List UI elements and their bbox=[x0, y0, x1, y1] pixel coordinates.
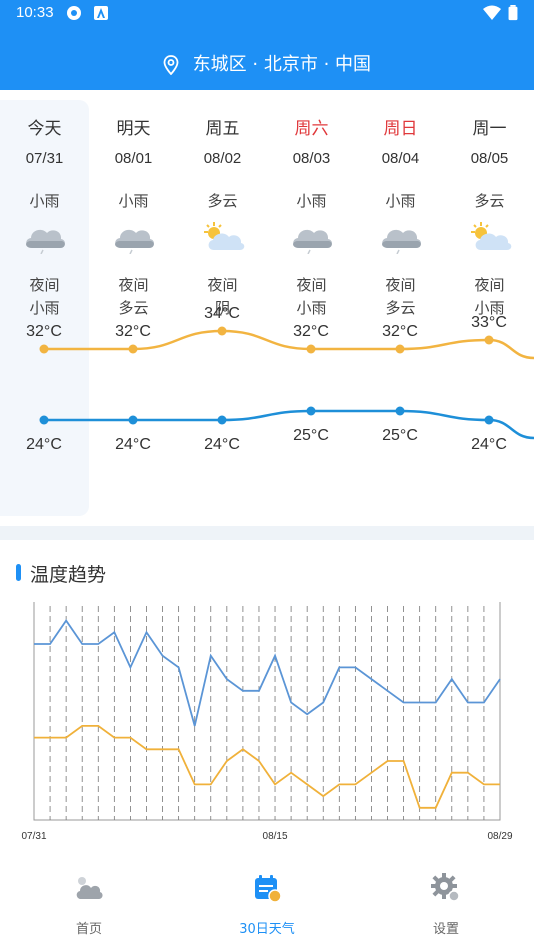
low-temp-label: 24°C bbox=[115, 436, 151, 453]
nav-home[interactable]: 首页 bbox=[29, 868, 149, 938]
high-temp-label: 32°C bbox=[115, 323, 151, 340]
trend-x-label: 07/31 bbox=[21, 831, 46, 842]
low-temp-point bbox=[306, 406, 316, 416]
trend-high-line bbox=[34, 619, 501, 727]
bottom-nav: 首页 30日天气 设置 bbox=[0, 860, 534, 950]
low-temp-point bbox=[128, 415, 138, 425]
temperature-trend-chart: 07/31 08/15 08/29 bbox=[21, 602, 513, 842]
trend-x-label: 08/29 bbox=[487, 831, 512, 842]
low-temp-label: 24°C bbox=[204, 436, 240, 453]
high-temp-point bbox=[306, 344, 316, 354]
nav-settings[interactable]: 设置 bbox=[386, 868, 506, 938]
low-temp-line bbox=[43, 409, 534, 440]
high-temp-point bbox=[484, 335, 494, 345]
calendar-30-icon bbox=[255, 875, 282, 903]
nav-home-label: 首页 bbox=[75, 922, 102, 937]
trend-low-line bbox=[34, 724, 500, 809]
trend-x-label: 08/15 bbox=[263, 831, 288, 842]
cloud-home-icon bbox=[76, 877, 103, 899]
nav-settings-label: 设置 bbox=[432, 922, 459, 937]
high-temp-label: 32°C bbox=[293, 323, 329, 340]
section-divider bbox=[0, 526, 534, 540]
low-temp-point bbox=[217, 415, 227, 425]
trend-accent-bar bbox=[16, 564, 21, 581]
trend-axis bbox=[33, 602, 501, 821]
low-temp-label: 25°C bbox=[382, 427, 418, 444]
high-temp-label: 32°C bbox=[382, 323, 418, 340]
location-pin-icon bbox=[163, 55, 179, 75]
sync-icon bbox=[67, 6, 81, 20]
gear-icon bbox=[431, 873, 460, 902]
app-notification-icon bbox=[94, 6, 108, 20]
high-temp-label: 32°C bbox=[26, 323, 62, 340]
high-temp-point bbox=[39, 344, 49, 354]
nav-30-day[interactable]: 30日天气 bbox=[207, 868, 327, 938]
high-temp-point bbox=[395, 344, 405, 354]
high-temp-label: 33°C bbox=[471, 314, 507, 331]
low-temp-label: 24°C bbox=[26, 436, 62, 453]
battery-icon bbox=[508, 5, 518, 21]
location-text: 东城区 · 北京市 · 中国 bbox=[192, 54, 372, 75]
status-bar: 10:33 bbox=[0, 0, 534, 28]
low-temp-label: 25°C bbox=[293, 427, 329, 444]
location-bar[interactable]: 东城区 · 北京市 · 中国 bbox=[0, 52, 534, 78]
wifi-icon bbox=[483, 5, 501, 20]
high-temp-label: 34°C bbox=[204, 305, 240, 322]
high-temp-point bbox=[217, 326, 227, 336]
high-temp-point bbox=[128, 344, 138, 354]
low-temp-point bbox=[39, 415, 49, 425]
forecast-temperature-chart: 32°C 32°C 34°C 32°C 32°C 33°C 24°C 24°C 24°C 25°C… bbox=[26, 305, 534, 453]
low-temp-label: 24°C bbox=[471, 436, 507, 453]
trend-title: 温度趋势 bbox=[30, 564, 107, 586]
app-header: 10:33 东城区 · 北京市 · 中国 bbox=[0, 0, 534, 90]
nav-30-day-label: 30日天气 bbox=[239, 922, 295, 937]
status-time: 10:33 bbox=[16, 4, 54, 21]
low-temp-point bbox=[484, 415, 494, 425]
low-temp-point bbox=[395, 406, 405, 416]
